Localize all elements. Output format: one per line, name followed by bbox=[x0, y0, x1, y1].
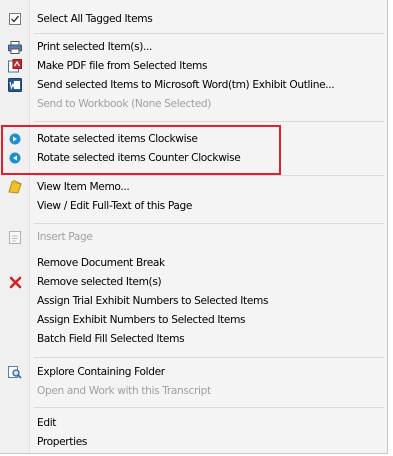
menu-item-send-to-word[interactable]: Send selected Items to Microsoft Word(tm… bbox=[0, 76, 388, 95]
menu-item-select-all-tagged[interactable]: Select All Tagged Items bbox=[0, 10, 388, 29]
rotate-clockwise-icon bbox=[8, 132, 22, 146]
menu-item-label: Remove Document Break bbox=[37, 257, 165, 269]
menu-separator bbox=[34, 357, 384, 358]
menu-separator bbox=[34, 121, 384, 122]
folder-search-icon bbox=[8, 365, 22, 379]
menu-separator bbox=[34, 33, 384, 34]
menu-item-edit[interactable]: Edit bbox=[0, 414, 388, 433]
menu-item-label: Edit bbox=[37, 417, 57, 429]
pdf-icon bbox=[8, 59, 22, 73]
menu-item-send-to-workbook: Send to Workbook (None Selected) bbox=[0, 95, 388, 114]
menu-item-label: View Item Memo... bbox=[37, 181, 130, 193]
context-menu: Select All Tagged Items Print selected I… bbox=[0, 0, 388, 454]
menu-item-label: Print selected Item(s)... bbox=[37, 41, 153, 53]
menu-separator bbox=[34, 175, 384, 176]
insert-page-icon bbox=[8, 230, 22, 244]
menu-item-remove-selected-items[interactable]: Remove selected Item(s) bbox=[0, 273, 388, 292]
menu-item-remove-document-break[interactable]: Remove Document Break bbox=[0, 254, 388, 273]
menu-item-make-pdf[interactable]: Make PDF file from Selected Items bbox=[0, 57, 388, 76]
menu-item-label: Select All Tagged Items bbox=[37, 13, 153, 25]
menu-item-label: Open and Work with this Transcript bbox=[37, 385, 211, 397]
menu-item-label: Send to Workbook (None Selected) bbox=[37, 98, 212, 110]
remove-x-icon bbox=[8, 275, 22, 289]
menu-item-view-item-memo[interactable]: View Item Memo... bbox=[0, 178, 388, 197]
menu-item-label: Make PDF file from Selected Items bbox=[37, 60, 208, 72]
rotate-counterclockwise-icon bbox=[8, 151, 22, 165]
menu-item-label: Remove selected Item(s) bbox=[37, 276, 162, 288]
menu-item-label: Properties bbox=[37, 436, 88, 448]
menu-item-label: Rotate selected items Counter Clockwise bbox=[37, 152, 241, 164]
menu-item-label: Insert Page bbox=[37, 231, 93, 243]
menu-item-label: Batch Field Fill Selected Items bbox=[37, 333, 185, 345]
menu-item-assign-exhibit-numbers[interactable]: Assign Exhibit Numbers to Selected Items bbox=[0, 311, 388, 330]
checkbox-icon bbox=[8, 12, 22, 26]
menu-item-rotate-clockwise[interactable]: Rotate selected items Clockwise bbox=[0, 130, 388, 149]
menu-item-label: Assign Exhibit Numbers to Selected Items bbox=[37, 314, 246, 326]
menu-item-explore-containing-folder[interactable]: Explore Containing Folder bbox=[0, 363, 388, 382]
menu-item-rotate-counter-clockwise[interactable]: Rotate selected items Counter Clockwise bbox=[0, 149, 388, 168]
menu-item-insert-page: Insert Page bbox=[0, 228, 388, 247]
menu-item-batch-field-fill[interactable]: Batch Field Fill Selected Items bbox=[0, 330, 388, 349]
menu-item-label: Rotate selected items Clockwise bbox=[37, 133, 198, 145]
menu-separator bbox=[34, 407, 384, 408]
menu-item-print-selected[interactable]: Print selected Item(s)... bbox=[0, 38, 388, 57]
menu-item-properties[interactable]: Properties bbox=[0, 433, 388, 452]
menu-item-label: Explore Containing Folder bbox=[37, 366, 165, 378]
menu-item-assign-trial-exhibit-numbers[interactable]: Assign Trial Exhibit Numbers to Selected… bbox=[0, 292, 388, 311]
menu-item-open-transcript: Open and Work with this Transcript bbox=[0, 382, 388, 401]
memo-icon bbox=[8, 180, 22, 194]
menu-item-label: Assign Trial Exhibit Numbers to Selected… bbox=[37, 295, 269, 307]
printer-icon bbox=[8, 40, 22, 54]
menu-separator bbox=[34, 223, 384, 224]
word-icon bbox=[8, 78, 22, 92]
menu-item-label: View / Edit Full-Text of this Page bbox=[37, 200, 193, 212]
menu-item-view-edit-full-text[interactable]: View / Edit Full-Text of this Page bbox=[0, 197, 388, 216]
menu-item-label: Send selected Items to Microsoft Word(tm… bbox=[37, 79, 335, 91]
